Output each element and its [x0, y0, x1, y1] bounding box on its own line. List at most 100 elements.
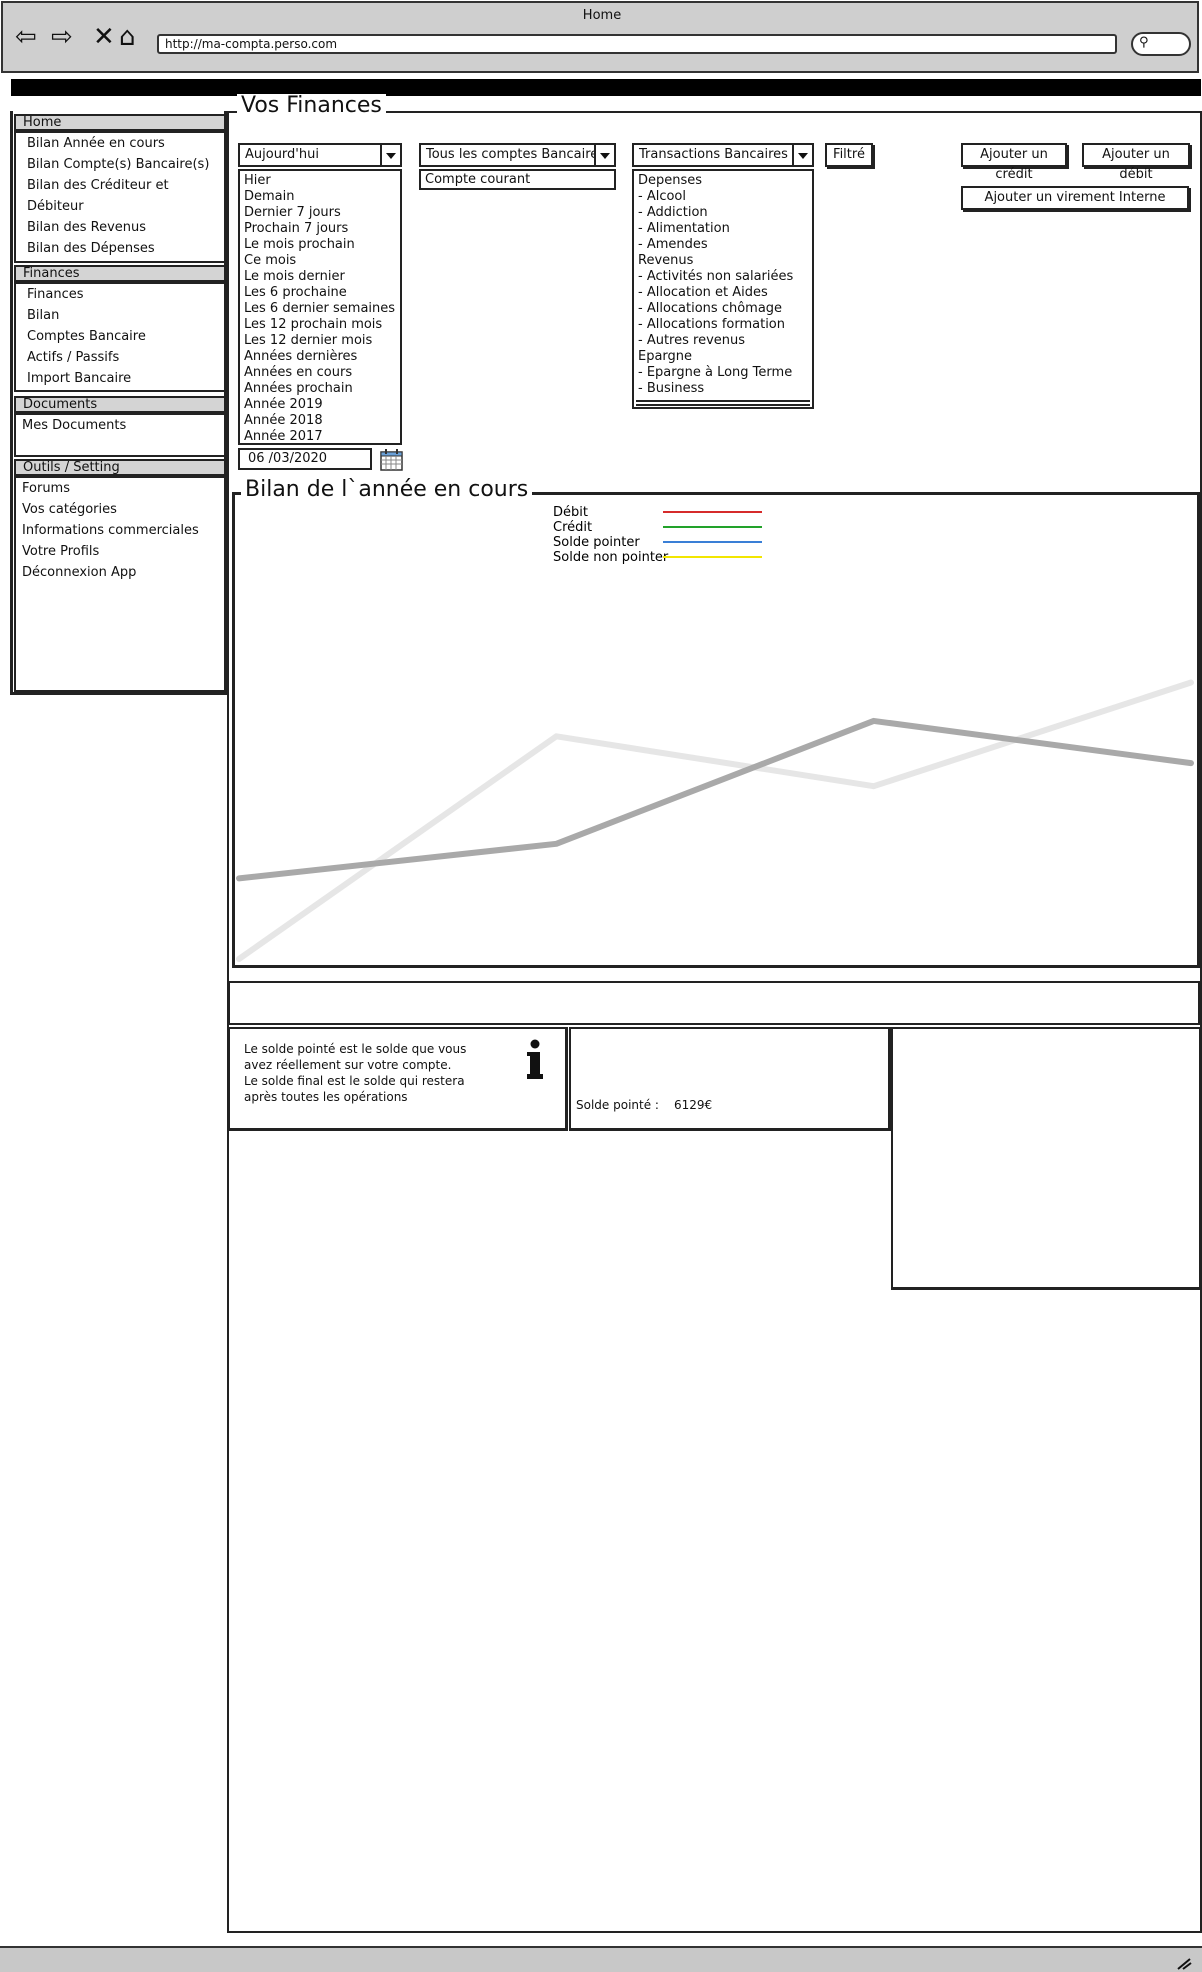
legend-label: Solde non pointer	[553, 550, 669, 565]
period-option[interactable]: Le mois dernier	[240, 269, 400, 285]
sidebar-item-bilan[interactable]: Bilan	[16, 305, 224, 326]
search-field[interactable]: ⚲	[1131, 32, 1191, 56]
period-option[interactable]: Année 2017	[240, 429, 400, 445]
transaction-option[interactable]: - Addiction	[634, 205, 812, 221]
balance-panel: Solde pointé : 6129€	[569, 1027, 891, 1131]
legend-label: Débit	[553, 505, 588, 520]
period-option[interactable]: Prochain 7 jours	[240, 221, 400, 237]
sidebar-item-finances[interactable]: Finances	[16, 284, 224, 305]
transaction-option[interactable]: Depenses	[634, 173, 812, 189]
period-option[interactable]: Demain	[240, 189, 400, 205]
transaction-option[interactable]: - Business	[634, 381, 812, 397]
transaction-option[interactable]: - Epargne à Long Terme	[634, 365, 812, 381]
info-line: après toutes les opérations	[244, 1090, 408, 1104]
info-text: Le solde pointé est le solde que vous av…	[244, 1041, 466, 1105]
transaction-option[interactable]: - Autres revenus	[634, 333, 812, 349]
date-input[interactable]: 06 /03/2020	[238, 448, 372, 470]
window-title: Home	[582, 8, 622, 23]
info-line: avez réellement sur votre compte.	[244, 1058, 452, 1072]
transaction-option[interactable]: - Alcool	[634, 189, 812, 205]
transaction-option[interactable]: - Activités non salariées	[634, 269, 812, 285]
section-title: Vos Finances	[237, 94, 386, 118]
transaction-option[interactable]: - Amendes	[634, 237, 812, 253]
sidebar-header-finances[interactable]: Finances	[14, 265, 226, 282]
period-select[interactable]: Aujourd'hui	[238, 143, 402, 167]
sidebar-list-outils: Forums Vos catégories Informations comme…	[14, 476, 226, 692]
sidebar-item-forums[interactable]: Forums	[16, 478, 224, 499]
account-select-value: Tous les comptes Bancaires	[426, 147, 606, 162]
period-option[interactable]: Année 2019	[240, 397, 400, 413]
chevron-down-icon[interactable]	[792, 145, 812, 165]
legend-label: Crédit	[553, 520, 592, 535]
close-icon[interactable]: ✕	[93, 24, 115, 50]
side-panel	[891, 1027, 1201, 1290]
back-arrow-icon[interactable]: ⇦	[15, 24, 37, 50]
transaction-option[interactable]: Revenus	[634, 253, 812, 269]
sidebar-item-bilan-crediteur[interactable]: Bilan des Créditeur et Débiteur	[16, 175, 224, 217]
period-option[interactable]: Les 6 dernier semaines	[240, 301, 400, 317]
add-debit-button[interactable]: Ajouter un débit	[1082, 143, 1190, 182]
period-option[interactable]: Les 12 dernier mois	[240, 333, 400, 349]
transaction-option[interactable]: - Allocation et Aides	[634, 285, 812, 301]
sidebar-header-home[interactable]: Home	[14, 114, 226, 131]
browser-toolbar: Home ⇦ ⇨ ✕ ⌂ http://ma-compta.perso.com …	[1, 1, 1199, 73]
forward-arrow-icon[interactable]: ⇨	[51, 24, 73, 50]
app-header-bar	[11, 79, 1201, 96]
sidebar-list-finances: Finances Bilan Comptes Bancaire Actifs /…	[14, 282, 226, 392]
chevron-down-icon[interactable]	[594, 145, 614, 165]
transaction-option[interactable]: - Alimentation	[634, 221, 812, 237]
sidebar-item-bilan-annee[interactable]: Bilan Année en cours	[16, 133, 224, 154]
sidebar-item-profils[interactable]: Votre Profils	[16, 541, 224, 562]
balance-label: Solde pointé :	[576, 1098, 659, 1112]
period-option[interactable]: Dernier 7 jours	[240, 205, 400, 221]
transaction-option[interactable]: - Allocations chômage	[634, 301, 812, 317]
transaction-option[interactable]: Epargne	[634, 349, 812, 365]
series-line-2	[236, 717, 1194, 882]
sidebar-item-mes-documents[interactable]: Mes Documents	[16, 415, 224, 436]
account-select[interactable]: Tous les comptes Bancaires	[419, 143, 616, 167]
status-bar	[0, 1946, 1202, 1972]
add-credit-button[interactable]: Ajouter un crédit	[961, 143, 1067, 182]
calendar-icon[interactable]	[380, 448, 404, 472]
list-scroll-line	[636, 404, 810, 406]
period-option[interactable]: Années en cours	[240, 365, 400, 381]
sidebar-item-bilan-comptes[interactable]: Bilan Compte(s) Bancaire(s)	[16, 154, 224, 175]
url-input[interactable]: http://ma-compta.perso.com	[157, 34, 1117, 54]
period-option[interactable]: Les 6 prochaine	[240, 285, 400, 301]
transaction-option[interactable]: - Allocations formation	[634, 317, 812, 333]
period-option[interactable]: Hier	[240, 173, 400, 189]
transaction-select[interactable]: Transactions Bancaires	[632, 143, 814, 167]
sidebar-item-infos-commerciales[interactable]: Informations commerciales	[16, 520, 224, 541]
search-icon: ⚲	[1139, 35, 1149, 50]
add-transfer-button[interactable]: Ajouter un virement Interne	[961, 186, 1189, 210]
sidebar-item-bilan-revenus[interactable]: Bilan des Revenus	[16, 217, 224, 238]
info-line: Le solde final est le solde qui restera	[244, 1074, 465, 1088]
account-options-list: Compte courant	[419, 169, 616, 190]
legend-label: Solde pointer	[553, 535, 640, 550]
period-select-value: Aujourd'hui	[245, 147, 319, 162]
period-option[interactable]: Année 2018	[240, 413, 400, 429]
resize-grip-icon[interactable]	[1176, 1956, 1192, 1970]
period-option[interactable]: Ce mois	[240, 253, 400, 269]
period-option[interactable]: Années prochain	[240, 381, 400, 397]
sidebar-header-outils[interactable]: Outils / Setting	[14, 459, 226, 476]
filter-button[interactable]: Filtré	[825, 143, 873, 167]
sidebar-header-documents[interactable]: Documents	[14, 396, 226, 413]
sidebar-item-bilan-depenses[interactable]: Bilan des Dépenses	[16, 238, 224, 259]
home-icon[interactable]: ⌂	[119, 24, 136, 50]
chevron-down-icon[interactable]	[380, 145, 400, 165]
period-option[interactable]: Le mois prochain	[240, 237, 400, 253]
period-option[interactable]: Les 12 prochain mois	[240, 317, 400, 333]
sidebar-item-import-bancaire[interactable]: Import Bancaire	[16, 368, 224, 389]
sidebar-list-documents: Mes Documents	[14, 413, 226, 457]
line-chart: DébitCréditSolde pointerSolde non pointe…	[236, 505, 1194, 962]
transaction-options-list: Depenses - Alcool - Addiction - Alimenta…	[632, 169, 814, 409]
account-option[interactable]: Compte courant	[421, 171, 614, 188]
sidebar-item-actifs-passifs[interactable]: Actifs / Passifs	[16, 347, 224, 368]
period-option[interactable]: Années dernières	[240, 349, 400, 365]
series-line-1	[236, 679, 1194, 962]
info-panel: Le solde pointé est le solde que vous av…	[228, 1027, 568, 1131]
sidebar-item-comptes-bancaire[interactable]: Comptes Bancaire	[16, 326, 224, 347]
sidebar-item-deconnexion[interactable]: Déconnexion App	[16, 562, 224, 583]
sidebar-item-categories[interactable]: Vos catégories	[16, 499, 224, 520]
